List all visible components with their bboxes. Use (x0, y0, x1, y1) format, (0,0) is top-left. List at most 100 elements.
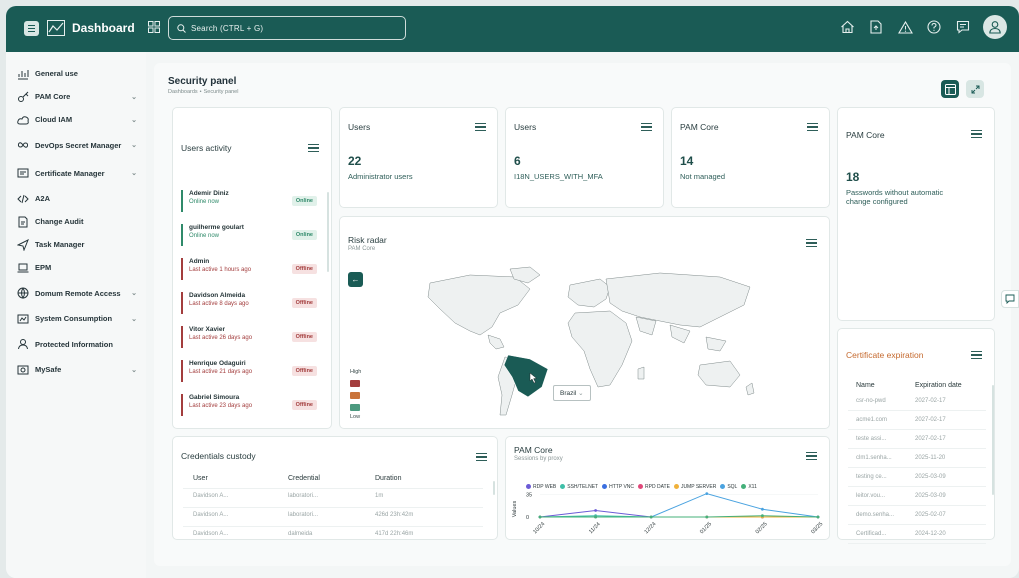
sidebar-item[interactable]: General use (6, 62, 146, 85)
menu-icon[interactable] (807, 123, 818, 131)
cert-expiration-date: 2027-02-17 (915, 417, 946, 423)
layout-button[interactable] (941, 80, 959, 98)
stat-label: I18N_USERS_WITH_MFA (514, 172, 603, 181)
activity-row[interactable]: Henrique Odaguiri Last active 21 days ago… (181, 360, 317, 382)
stat-label: Administrator users (348, 172, 413, 181)
column-header[interactable]: User (193, 475, 208, 482)
india (669, 324, 691, 344)
menu-icon[interactable] (475, 123, 486, 131)
code-icon (17, 193, 29, 205)
activity-row[interactable]: Davidson Almeida Last active 8 days ago Of… (181, 292, 317, 314)
cred-scrollbar[interactable] (493, 481, 495, 495)
data-point (816, 515, 820, 519)
chevron-down-icon[interactable]: ⌄ (130, 116, 138, 124)
chat-widget-button[interactable] (1001, 290, 1019, 308)
sidebar-item[interactable]: MySafe ⌄ (6, 358, 146, 381)
cert-expiration-date: 2025-03-09 (915, 493, 946, 499)
cloud-icon (17, 114, 29, 126)
cert-scrollbar[interactable] (992, 385, 994, 495)
cert-name[interactable]: csr-no-pwd (856, 398, 886, 404)
sessions-chart-title: PAM Core (514, 445, 553, 455)
stat-value: 14 (680, 154, 694, 168)
sidebar-item[interactable]: DevOps Secret Manager ⌄ (6, 131, 146, 159)
home-icon[interactable] (838, 18, 856, 36)
sidebar-item[interactable]: Domum Remote Access ⌄ (6, 279, 146, 307)
expand-icon (971, 85, 979, 93)
sidebar-item[interactable]: Change Audit (6, 210, 146, 233)
help-icon[interactable] (925, 18, 943, 36)
column-header[interactable]: Credential (288, 475, 320, 482)
cert-name[interactable]: acme1.com (856, 417, 887, 423)
activity-scrollbar[interactable] (327, 192, 329, 272)
pam-core-label: Passwords without automatic change confi… (846, 188, 944, 206)
back-button[interactable]: ← (348, 272, 363, 287)
cert-name[interactable]: testing ce... (856, 474, 887, 480)
page-title: Security panel (168, 76, 237, 87)
menu-icon[interactable] (971, 130, 982, 138)
cert-name[interactable]: clm1.senha... (856, 455, 892, 461)
world-map[interactable] (400, 265, 780, 425)
chevron-down-icon[interactable]: ⌄ (130, 315, 138, 323)
message-icon[interactable] (954, 18, 972, 36)
activity-row[interactable]: Admin Last active 1 hours ago Offline (181, 258, 317, 280)
search-input[interactable]: Search (CTRL + G) (168, 16, 406, 40)
warning-icon[interactable] (896, 18, 914, 36)
chevron-down-icon[interactable]: ⌄ (130, 289, 138, 297)
menu-icon[interactable] (476, 453, 487, 461)
column-header[interactable]: Duration (375, 475, 401, 482)
user-shield-icon (17, 338, 29, 350)
sidebar-item-label: Certificate Manager (35, 168, 105, 178)
activity-row[interactable]: Vitor Xavier Last active 26 days ago Offli… (181, 326, 317, 348)
sidebar-item[interactable]: EPM (6, 256, 146, 279)
menu-icon[interactable] (641, 123, 652, 131)
certificate-icon (17, 167, 29, 179)
chevron-down-icon[interactable]: ⌄ (130, 141, 138, 149)
chevron-down-icon[interactable]: ⌄ (130, 366, 138, 374)
sidebar-item[interactable]: Certificate Manager ⌄ (6, 159, 146, 187)
sidebar-item[interactable]: Protected Information (6, 330, 146, 358)
legend-swatch (350, 380, 360, 387)
sidebar-item-label: A2A (35, 194, 51, 203)
menu-icon[interactable] (308, 144, 319, 152)
sidebar-item[interactable]: PAM Core ⌄ (6, 85, 146, 108)
menu-icon[interactable] (971, 351, 982, 359)
stat-card-title: Users (514, 122, 537, 132)
activity-row[interactable]: guilherme goulart Online now Online (181, 224, 317, 246)
cert-name[interactable]: teste assi... (856, 436, 886, 442)
menu-icon[interactable] (806, 239, 817, 247)
risk-legend: High Low (350, 369, 361, 420)
stat-value: 6 (514, 154, 521, 168)
activity-row[interactable]: Ademir Diniz Online now Online (181, 190, 317, 212)
risk-radar-title: Risk radar (348, 235, 387, 245)
north-america (427, 274, 531, 336)
users-activity-title: Users activity (181, 143, 232, 153)
menu-icon[interactable] (806, 452, 817, 460)
sidebar-item[interactable]: Task Manager (6, 233, 146, 256)
cert-name[interactable]: leitor.vou... (856, 493, 885, 499)
certificate-expiration-card: Certificate expiration Name Expiration d… (837, 328, 995, 544)
sidebar-item[interactable]: System Consumption ⌄ (6, 307, 146, 330)
apps-grid-icon[interactable] (148, 21, 160, 33)
menu-toggle-icon[interactable] (24, 21, 39, 36)
chevron-down-icon[interactable]: ⌄ (130, 93, 138, 101)
sidebar-item[interactable]: Cloud IAM ⌄ (6, 108, 146, 131)
cell-duration: 426d 23h:42m (375, 512, 414, 518)
chevron-down-icon[interactable]: ⌄ (130, 169, 138, 177)
expand-button[interactable] (966, 80, 984, 98)
row-divider (848, 543, 986, 544)
file-upload-icon[interactable] (867, 18, 885, 36)
cell-user: Davidson A... (193, 512, 229, 518)
africa (567, 310, 633, 388)
status-badge: Offline (291, 332, 317, 342)
app-title[interactable]: Dashboard (72, 21, 135, 35)
sidebar-item[interactable]: A2A (6, 187, 146, 210)
globe-icon (17, 287, 29, 299)
column-header[interactable]: Name (856, 382, 875, 389)
user-avatar[interactable] (983, 15, 1007, 39)
activity-row[interactable]: Gabriel Simoura Last active 23 days ago Of… (181, 394, 317, 416)
cert-name[interactable]: demo.senha... (856, 512, 894, 518)
legend-swatch (350, 404, 360, 411)
cert-name[interactable]: Certificad... (856, 531, 886, 537)
breadcrumb-item[interactable]: Dashboards (168, 89, 198, 95)
column-header[interactable]: Expiration date (915, 382, 962, 389)
